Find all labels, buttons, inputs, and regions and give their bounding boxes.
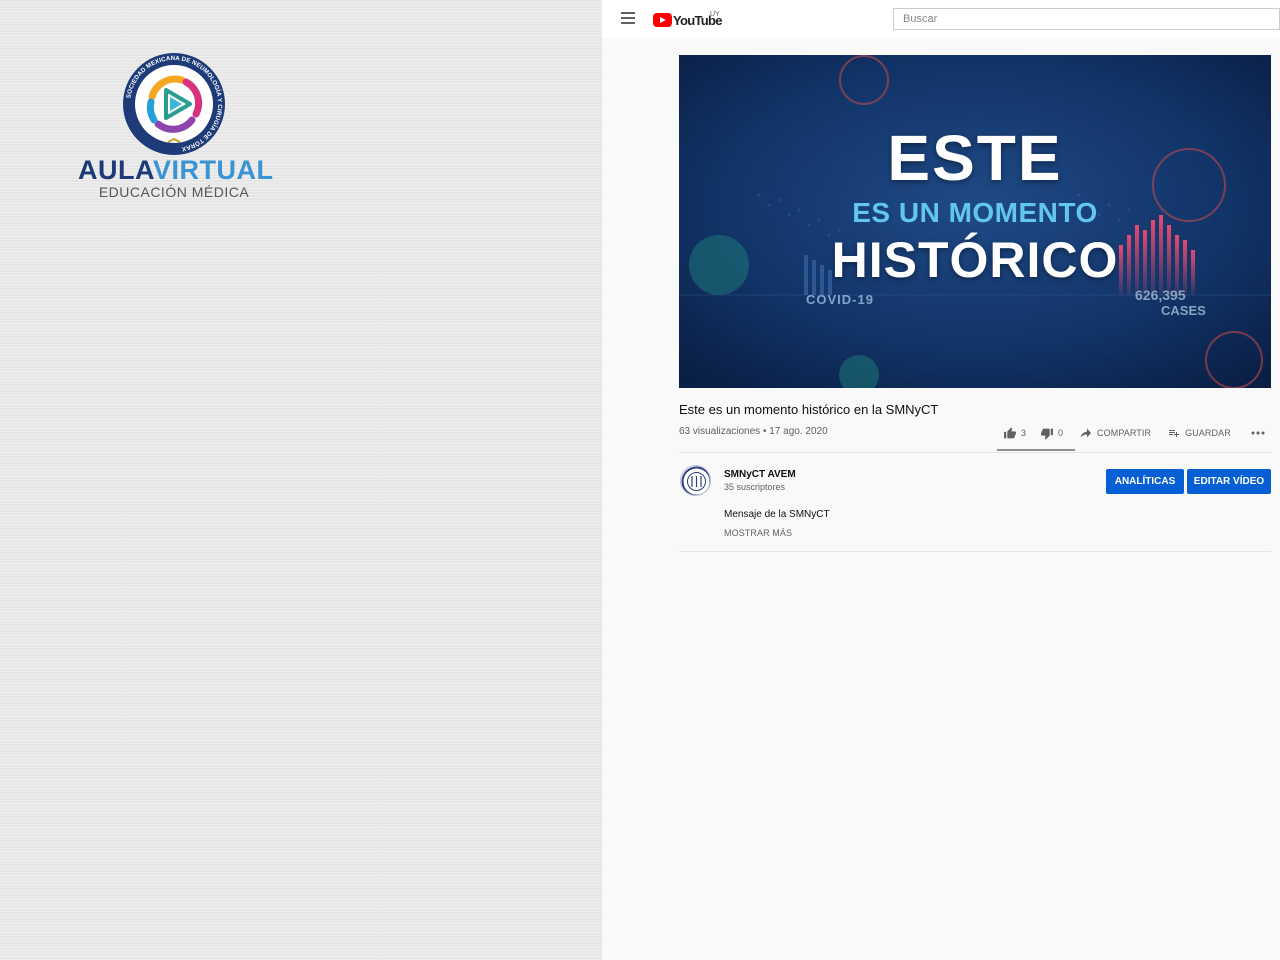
share-label: Compartir bbox=[1097, 428, 1152, 438]
youtube-header: YouTube UY bbox=[602, 0, 1280, 38]
video-actions: 3 0 Compartir Guardar bbox=[997, 420, 1265, 446]
channel-subscribers: 35 suscriptores bbox=[724, 482, 786, 492]
divider bbox=[679, 551, 1271, 552]
brand-name-aula: AULA bbox=[78, 155, 153, 185]
meta-separator: • bbox=[762, 426, 767, 437]
thumbnail-line-historico: HISTÓRICO bbox=[831, 232, 1119, 288]
channel-avatar[interactable] bbox=[680, 465, 711, 496]
edit-video-button[interactable]: Editar vídeo bbox=[1187, 469, 1271, 494]
brand-name: AULAVIRTUAL bbox=[78, 155, 273, 185]
dislike-count: 0 bbox=[1058, 428, 1064, 438]
show-more-link[interactable]: Mostrar más bbox=[724, 528, 792, 538]
video-description: Mensaje de la SMNyCT bbox=[724, 509, 830, 520]
video-player[interactable]: ESTE ES UN MOMENTO HISTÓRICO COVID-19 62… bbox=[679, 55, 1271, 388]
hamburger-menu-icon[interactable] bbox=[621, 12, 635, 24]
thumbnail-cases-label: CASES bbox=[1161, 303, 1206, 318]
country-code: UY bbox=[710, 11, 720, 18]
thumbnail-cases-number: 626,395 bbox=[1135, 287, 1186, 303]
playlist-add-icon bbox=[1169, 430, 1180, 437]
view-count: 63 visualizaciones bbox=[679, 426, 761, 437]
thumbnail-line-este: ESTE bbox=[887, 122, 1063, 194]
more-horizontal-icon bbox=[1251, 431, 1265, 435]
thumbnail-line-momento: ES UN MOMENTO bbox=[852, 197, 1098, 228]
upload-date: 17 ago. 2020 bbox=[769, 426, 828, 437]
aula-virtual-brand: SOCIEDAD MEXICANA DE NEUMOLOGÍA Y CIRUGÍ… bbox=[78, 52, 273, 200]
smnyct-seal-logo: SOCIEDAD MEXICANA DE NEUMOLOGÍA Y CIRUGÍ… bbox=[123, 53, 225, 155]
youtube-panel: YouTube UY Buscar ESTE ES UN MOMENTO HIS… bbox=[602, 0, 1280, 960]
channel-seal-icon bbox=[681, 466, 710, 495]
video-meta: 63 visualizaciones • 17 ago. 2020 bbox=[679, 426, 828, 437]
share-button[interactable]: Compartir bbox=[1079, 427, 1151, 439]
thumbnail-tag-covid: COVID-19 bbox=[806, 292, 874, 307]
share-icon bbox=[1080, 428, 1092, 438]
save-button[interactable]: Guardar bbox=[1167, 427, 1231, 439]
like-ratio-bar bbox=[997, 449, 1075, 451]
thumbs-down-icon bbox=[1041, 428, 1053, 439]
brand-name-virtual: VIRTUAL bbox=[152, 155, 274, 185]
left-panel: SOCIEDAD MEXICANA DE NEUMOLOGÍA Y CIRUGÍ… bbox=[0, 0, 602, 960]
analytics-button[interactable]: Analíticas bbox=[1106, 469, 1184, 494]
brand-subtitle: EDUCACIÓN MÉDICA bbox=[98, 184, 250, 200]
youtube-play-icon bbox=[653, 13, 672, 27]
thumbs-up-icon bbox=[1004, 427, 1016, 438]
more-actions-button[interactable] bbox=[1251, 431, 1265, 435]
like-button[interactable]: 3 bbox=[1003, 427, 1026, 440]
channel-name[interactable]: SMNyCT AVEM bbox=[724, 469, 796, 480]
divider bbox=[679, 452, 1271, 453]
video-title: Este es un momento histórico en la SMNyC… bbox=[679, 402, 939, 417]
like-count: 3 bbox=[1021, 428, 1027, 438]
save-label: Guardar bbox=[1185, 428, 1231, 438]
search-input[interactable] bbox=[893, 8, 1280, 30]
dislike-button[interactable]: 0 bbox=[1040, 427, 1063, 440]
